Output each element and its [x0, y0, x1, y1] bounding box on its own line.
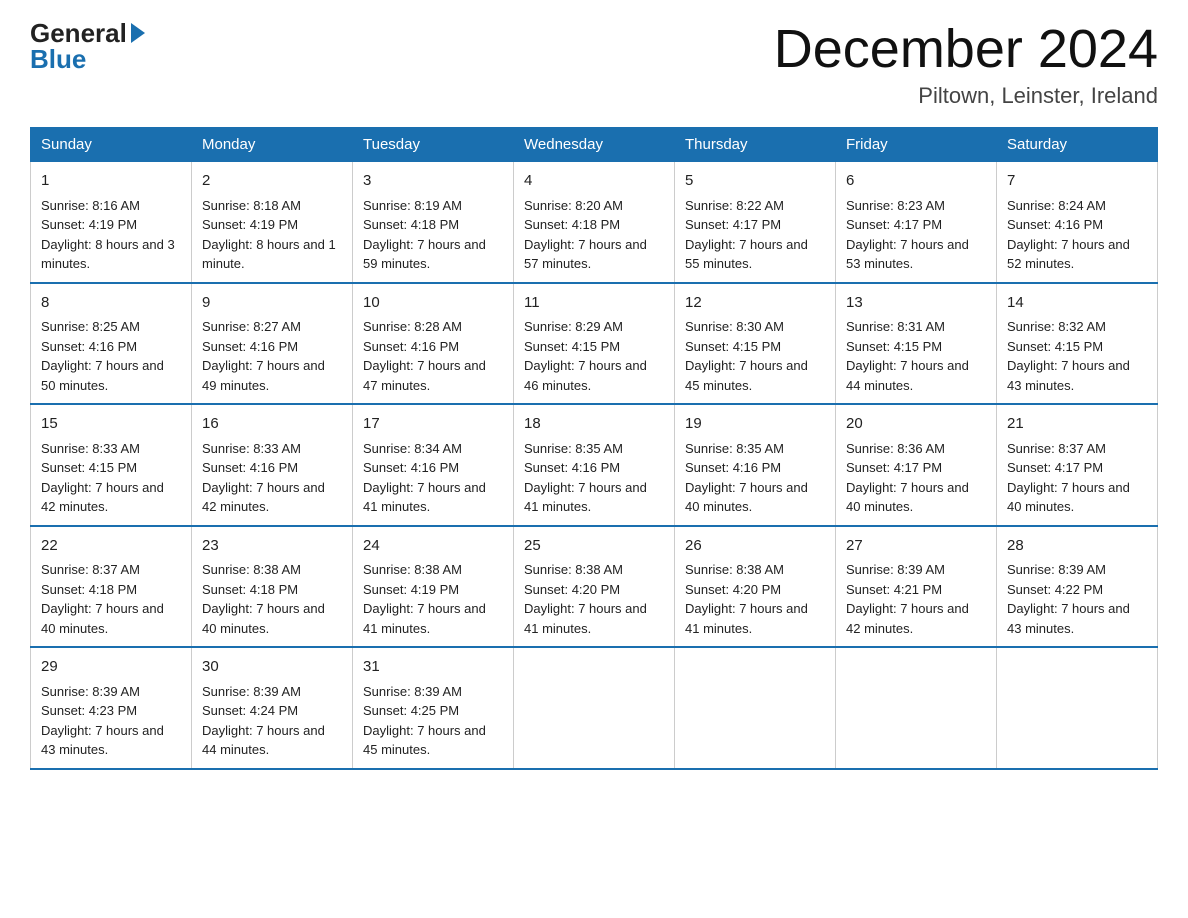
- location-label: Piltown, Leinster, Ireland: [774, 83, 1158, 109]
- calendar-cell: 17Sunrise: 8:34 AMSunset: 4:16 PMDayligh…: [353, 404, 514, 526]
- day-number: 26: [685, 535, 825, 558]
- month-title: December 2024: [774, 20, 1158, 79]
- day-number: 2: [202, 170, 342, 193]
- calendar-cell: 5Sunrise: 8:22 AMSunset: 4:17 PMDaylight…: [675, 162, 836, 283]
- calendar-cell: 13Sunrise: 8:31 AMSunset: 4:15 PMDayligh…: [836, 283, 997, 405]
- day-number: 4: [524, 170, 664, 193]
- day-number: 12: [685, 292, 825, 315]
- calendar-cell: [836, 647, 997, 769]
- calendar-cell: 14Sunrise: 8:32 AMSunset: 4:15 PMDayligh…: [997, 283, 1158, 405]
- day-number: 20: [846, 413, 986, 436]
- calendar-week-row: 15Sunrise: 8:33 AMSunset: 4:15 PMDayligh…: [31, 404, 1158, 526]
- logo-name-part2: Blue: [30, 44, 86, 75]
- calendar-week-row: 1Sunrise: 8:16 AMSunset: 4:19 PMDaylight…: [31, 162, 1158, 283]
- calendar-header-row: SundayMondayTuesdayWednesdayThursdayFrid…: [31, 128, 1158, 162]
- calendar-day-header: Monday: [192, 128, 353, 162]
- day-number: 11: [524, 292, 664, 315]
- calendar-cell: 26Sunrise: 8:38 AMSunset: 4:20 PMDayligh…: [675, 526, 836, 648]
- calendar-cell: 1Sunrise: 8:16 AMSunset: 4:19 PMDaylight…: [31, 162, 192, 283]
- calendar-cell: 4Sunrise: 8:20 AMSunset: 4:18 PMDaylight…: [514, 162, 675, 283]
- day-number: 21: [1007, 413, 1147, 436]
- calendar-week-row: 29Sunrise: 8:39 AMSunset: 4:23 PMDayligh…: [31, 647, 1158, 769]
- calendar-cell: 3Sunrise: 8:19 AMSunset: 4:18 PMDaylight…: [353, 162, 514, 283]
- day-number: 24: [363, 535, 503, 558]
- calendar-cell: 19Sunrise: 8:35 AMSunset: 4:16 PMDayligh…: [675, 404, 836, 526]
- calendar-cell: 29Sunrise: 8:39 AMSunset: 4:23 PMDayligh…: [31, 647, 192, 769]
- calendar-cell: 12Sunrise: 8:30 AMSunset: 4:15 PMDayligh…: [675, 283, 836, 405]
- calendar-day-header: Friday: [836, 128, 997, 162]
- title-block: December 2024 Piltown, Leinster, Ireland: [774, 20, 1158, 109]
- calendar-day-header: Sunday: [31, 128, 192, 162]
- day-number: 18: [524, 413, 664, 436]
- page-header: General Blue December 2024 Piltown, Lein…: [30, 20, 1158, 109]
- day-number: 30: [202, 656, 342, 679]
- calendar-cell: 30Sunrise: 8:39 AMSunset: 4:24 PMDayligh…: [192, 647, 353, 769]
- calendar-cell: 24Sunrise: 8:38 AMSunset: 4:19 PMDayligh…: [353, 526, 514, 648]
- calendar-cell: [514, 647, 675, 769]
- day-number: 29: [41, 656, 181, 679]
- calendar-cell: 27Sunrise: 8:39 AMSunset: 4:21 PMDayligh…: [836, 526, 997, 648]
- calendar-cell: 31Sunrise: 8:39 AMSunset: 4:25 PMDayligh…: [353, 647, 514, 769]
- calendar-day-header: Wednesday: [514, 128, 675, 162]
- day-number: 13: [846, 292, 986, 315]
- day-number: 31: [363, 656, 503, 679]
- day-number: 17: [363, 413, 503, 436]
- calendar-cell: 2Sunrise: 8:18 AMSunset: 4:19 PMDaylight…: [192, 162, 353, 283]
- day-number: 16: [202, 413, 342, 436]
- logo-arrow-icon: [131, 23, 145, 43]
- day-number: 14: [1007, 292, 1147, 315]
- day-number: 1: [41, 170, 181, 193]
- calendar-cell: 7Sunrise: 8:24 AMSunset: 4:16 PMDaylight…: [997, 162, 1158, 283]
- calendar-day-header: Tuesday: [353, 128, 514, 162]
- day-number: 15: [41, 413, 181, 436]
- day-number: 8: [41, 292, 181, 315]
- calendar-week-row: 8Sunrise: 8:25 AMSunset: 4:16 PMDaylight…: [31, 283, 1158, 405]
- day-number: 7: [1007, 170, 1147, 193]
- day-number: 22: [41, 535, 181, 558]
- calendar-day-header: Saturday: [997, 128, 1158, 162]
- calendar-cell: 20Sunrise: 8:36 AMSunset: 4:17 PMDayligh…: [836, 404, 997, 526]
- day-number: 27: [846, 535, 986, 558]
- calendar-week-row: 22Sunrise: 8:37 AMSunset: 4:18 PMDayligh…: [31, 526, 1158, 648]
- day-number: 28: [1007, 535, 1147, 558]
- calendar-cell: [997, 647, 1158, 769]
- day-number: 9: [202, 292, 342, 315]
- day-number: 3: [363, 170, 503, 193]
- calendar-cell: [675, 647, 836, 769]
- calendar-cell: 6Sunrise: 8:23 AMSunset: 4:17 PMDaylight…: [836, 162, 997, 283]
- calendar-table: SundayMondayTuesdayWednesdayThursdayFrid…: [30, 127, 1158, 770]
- calendar-cell: 15Sunrise: 8:33 AMSunset: 4:15 PMDayligh…: [31, 404, 192, 526]
- calendar-day-header: Thursday: [675, 128, 836, 162]
- calendar-cell: 9Sunrise: 8:27 AMSunset: 4:16 PMDaylight…: [192, 283, 353, 405]
- calendar-cell: 23Sunrise: 8:38 AMSunset: 4:18 PMDayligh…: [192, 526, 353, 648]
- calendar-cell: 8Sunrise: 8:25 AMSunset: 4:16 PMDaylight…: [31, 283, 192, 405]
- day-number: 5: [685, 170, 825, 193]
- calendar-cell: 18Sunrise: 8:35 AMSunset: 4:16 PMDayligh…: [514, 404, 675, 526]
- calendar-cell: 11Sunrise: 8:29 AMSunset: 4:15 PMDayligh…: [514, 283, 675, 405]
- calendar-cell: 22Sunrise: 8:37 AMSunset: 4:18 PMDayligh…: [31, 526, 192, 648]
- day-number: 19: [685, 413, 825, 436]
- calendar-cell: 28Sunrise: 8:39 AMSunset: 4:22 PMDayligh…: [997, 526, 1158, 648]
- calendar-cell: 21Sunrise: 8:37 AMSunset: 4:17 PMDayligh…: [997, 404, 1158, 526]
- logo: General Blue: [30, 20, 145, 75]
- day-number: 23: [202, 535, 342, 558]
- day-number: 25: [524, 535, 664, 558]
- calendar-cell: 10Sunrise: 8:28 AMSunset: 4:16 PMDayligh…: [353, 283, 514, 405]
- day-number: 10: [363, 292, 503, 315]
- logo-name-part1: General: [30, 20, 127, 46]
- calendar-cell: 25Sunrise: 8:38 AMSunset: 4:20 PMDayligh…: [514, 526, 675, 648]
- day-number: 6: [846, 170, 986, 193]
- calendar-cell: 16Sunrise: 8:33 AMSunset: 4:16 PMDayligh…: [192, 404, 353, 526]
